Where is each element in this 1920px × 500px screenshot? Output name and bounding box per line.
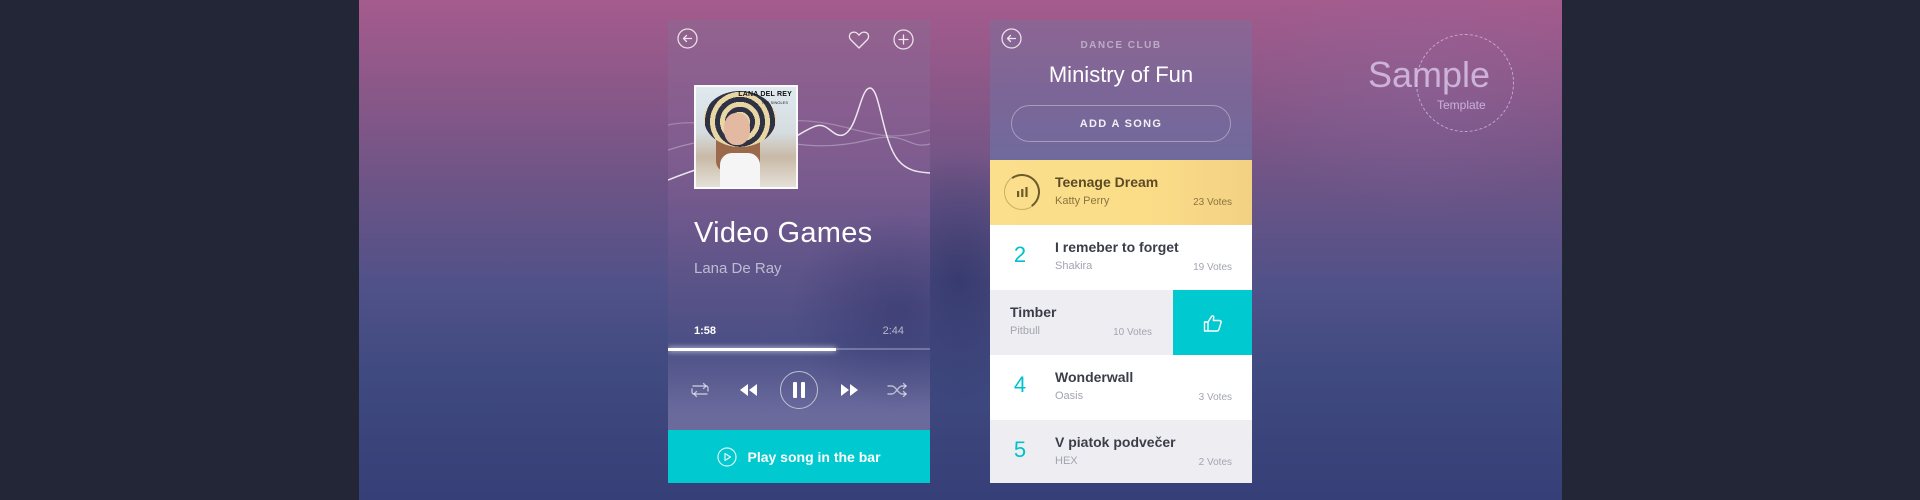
song-name: Teenage Dream: [1055, 174, 1159, 190]
now-playing-progress-arc: [1001, 171, 1043, 213]
song-rank: 5: [1013, 437, 1027, 462]
song-name: I remeber to forget: [1055, 239, 1179, 255]
right-side-panel: [1562, 0, 1920, 500]
playlist-kicker: DANCE CLUB: [1080, 40, 1162, 51]
watermark-subtitle: Template: [1437, 98, 1486, 112]
song-row-swiped[interactable]: Timber Pitbull 10 Votes: [990, 290, 1252, 355]
fast-forward-icon: [841, 384, 858, 396]
song-artist: Oasis: [1055, 390, 1084, 402]
add-to-playlist-button[interactable]: [893, 29, 914, 50]
song-artist: Shakira: [1055, 260, 1093, 272]
progress-bar[interactable]: [668, 348, 930, 351]
album-title: LANA DEL REY: [738, 91, 792, 98]
song-artist: Katty Perry: [1055, 195, 1110, 207]
play-in-bar-button[interactable]: Play song in the bar: [668, 430, 930, 483]
watermark-title: Sample: [1368, 54, 1491, 95]
song-votes: 19 Votes: [1193, 262, 1232, 273]
fast-forward-button[interactable]: [838, 370, 862, 410]
playlist-title: Ministry of Fun: [1048, 62, 1194, 87]
song-votes: 3 Votes: [1198, 392, 1232, 403]
play-circle-icon: [717, 446, 738, 467]
vote-button[interactable]: [1173, 290, 1252, 355]
player-card: LANA DEL REY THE SINGLES Video Games Lan…: [668, 20, 930, 483]
song-artist: Lana De Ray: [694, 260, 782, 277]
album-art-dress: [720, 153, 760, 187]
song-name: Wonderwall: [1055, 369, 1134, 385]
album-art-face: [724, 113, 750, 145]
rewind-icon: [740, 384, 757, 396]
arrow-left-circle-icon: [677, 28, 698, 49]
now-playing-indicator: [1001, 171, 1043, 213]
song-row-playing[interactable]: Teenage Dream Katty Perry 23 Votes: [990, 160, 1252, 225]
playlist-card: DANCE CLUB Ministry of Fun ADD A SONG Te…: [990, 20, 1252, 483]
time-elapsed: 1:58: [694, 325, 717, 337]
thumbs-up-icon: [1203, 314, 1222, 332]
add-song-button[interactable]: ADD A SONG: [1011, 105, 1231, 142]
left-side-panel: [0, 0, 359, 500]
pause-button[interactable]: [780, 370, 818, 410]
repeat-icon: [691, 382, 709, 398]
playlist-header: DANCE CLUB Ministry of Fun ADD A SONG: [990, 20, 1252, 160]
song-row[interactable]: 5 V piatok podvečer HEX 2 Votes: [990, 420, 1252, 483]
album-subtitle: THE SINGLES: [761, 100, 788, 105]
time-total: 2:44: [882, 325, 904, 337]
song-rank: 2: [1013, 242, 1027, 267]
song-artist: Pitbull: [1010, 325, 1040, 337]
song-votes: 10 Votes: [1113, 327, 1152, 338]
song-row[interactable]: 4 Wonderwall Oasis 3 Votes: [990, 355, 1252, 420]
playback-controls: [668, 370, 930, 410]
progress-fill: [668, 348, 836, 351]
back-button[interactable]: [677, 28, 698, 49]
song-votes: 2 Votes: [1198, 457, 1232, 468]
album-art: LANA DEL REY THE SINGLES: [694, 85, 798, 189]
plus-circle-icon: [893, 29, 914, 50]
background-glow: [1239, 0, 1562, 220]
pause-button-ring: [780, 371, 818, 409]
song-rank: 4: [1013, 372, 1027, 397]
song-title: Video Games: [694, 217, 873, 249]
song-row[interactable]: 2 I remeber to forget Shakira 19 Votes: [990, 225, 1252, 290]
pause-icon: [793, 382, 805, 398]
heart-icon: [848, 31, 870, 49]
song-votes: 23 Votes: [1193, 197, 1232, 208]
song-name: V piatok podvečer: [1055, 434, 1176, 450]
shuffle-button[interactable]: [886, 370, 910, 410]
shuffle-icon: [887, 382, 907, 398]
play-in-bar-label: Play song in the bar: [747, 448, 881, 465]
song-artist: HEX: [1055, 455, 1078, 467]
song-name: Timber: [1010, 304, 1057, 320]
favorite-button[interactable]: [848, 30, 870, 50]
repeat-button[interactable]: [688, 370, 712, 410]
rewind-button[interactable]: [736, 370, 760, 410]
